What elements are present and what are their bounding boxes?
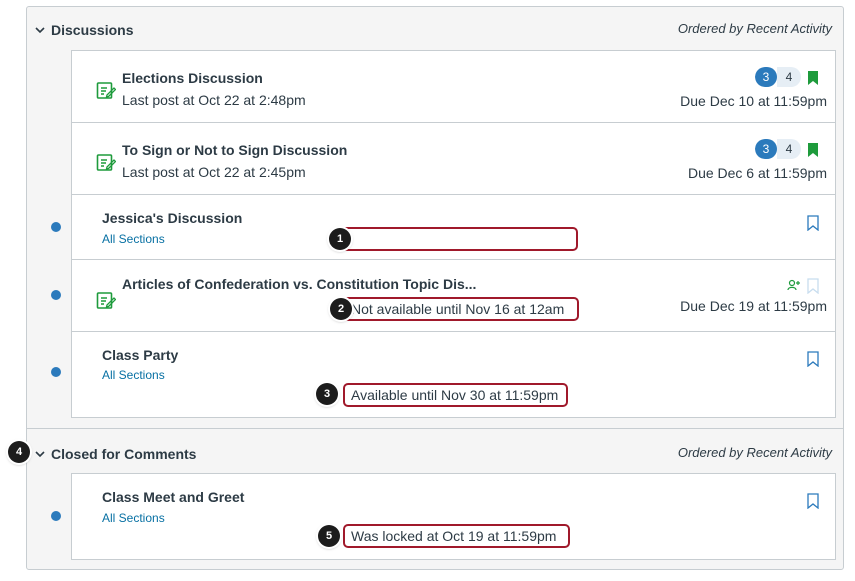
callout-number: 4 [8,441,30,463]
unread-indicator [51,222,61,232]
last-post: Last post at Oct 22 at 2:48pm [122,92,306,108]
bookmark-filled-icon[interactable] [807,70,819,86]
all-sections-link[interactable]: All Sections [102,232,165,246]
bookmark-outline-icon[interactable] [807,351,819,367]
discussions-section-title: Discussions [51,22,134,38]
chevron-down-icon[interactable] [34,24,46,36]
bookmark-outline-icon[interactable] [807,278,819,294]
last-post: Last post at Oct 22 at 2:45pm [122,164,306,180]
closed-section-title: Closed for Comments [51,446,197,462]
availability-callout: Not available until Nov 16 at 12am [343,297,579,321]
unread-indicator [51,511,61,521]
availability-callout: Available until Nov 30 at 11:59pm [343,383,568,407]
bookmark-filled-icon[interactable] [807,142,819,158]
unread-indicator [51,290,61,300]
discussions-section-header[interactable]: Discussions Ordered by Recent Activity [0,12,855,46]
section-divider [26,428,844,429]
discussion-title[interactable]: Elections Discussion [122,70,263,86]
discussion-title[interactable]: Class Party [102,347,178,363]
unread-indicator [51,367,61,377]
availability-callout [341,227,578,251]
discussion-row[interactable]: To Sign or Not to Sign Discussion Last p… [72,123,835,195]
due-date: Due Dec 19 at 11:59pm [680,298,827,314]
discussion-icon [96,82,116,99]
unread-count: 3 [755,67,777,87]
discussion-icon [96,292,116,309]
due-date: Due Dec 6 at 11:59pm [687,165,827,181]
all-sections-link[interactable]: All Sections [102,368,165,382]
group-discussion-icon [787,279,800,291]
callout-number: 2 [330,298,352,320]
total-count: 4 [777,67,801,87]
total-count: 4 [777,139,801,159]
discussion-icon [96,154,116,171]
order-label: Ordered by Recent Activity [677,445,832,460]
discussion-title[interactable]: To Sign or Not to Sign Discussion [122,142,347,158]
due-date: Due Dec 10 at 11:59pm [680,93,827,109]
bookmark-outline-icon[interactable] [807,215,819,231]
reply-count-badge: 3 4 [755,139,801,159]
lock-status-callout: Was locked at Oct 19 at 11:59pm [343,524,570,548]
callout-number: 3 [316,383,338,405]
callout-number: 1 [329,228,351,250]
all-sections-link[interactable]: All Sections [102,511,165,525]
callout-number: 5 [318,525,340,547]
discussion-row[interactable]: Elections Discussion Last post at Oct 22… [72,51,835,123]
reply-count-badge: 3 4 [755,67,801,87]
discussion-title[interactable]: Jessica's Discussion [102,210,242,226]
order-label: Ordered by Recent Activity [677,21,832,36]
unread-count: 3 [755,139,777,159]
discussion-title[interactable]: Articles of Confederation vs. Constituti… [122,276,476,292]
bookmark-outline-icon[interactable] [807,493,819,509]
closed-section-header[interactable]: Closed for Comments Ordered by Recent Ac… [0,436,855,470]
chevron-down-icon[interactable] [34,448,46,460]
discussion-row[interactable]: Articles of Confederation vs. Constituti… [72,260,835,332]
discussion-title[interactable]: Class Meet and Greet [102,489,244,505]
